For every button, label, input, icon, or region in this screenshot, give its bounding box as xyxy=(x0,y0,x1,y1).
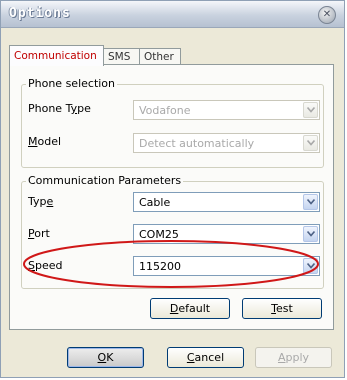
model-label: Model xyxy=(28,135,62,148)
phone-type-select[interactable]: Vodafone xyxy=(133,100,320,120)
phone-type-value: Vodafone xyxy=(139,104,191,117)
phone-selection-group: Phone selection xyxy=(21,77,324,168)
chevron-down-icon[interactable] xyxy=(303,135,318,151)
chevron-down-icon[interactable] xyxy=(303,102,318,118)
cancel-button[interactable]: Cancel xyxy=(167,347,244,368)
model-select[interactable]: Detect automatically xyxy=(133,133,320,153)
default-button[interactable]: Default xyxy=(150,298,230,319)
apply-button[interactable]: Apply xyxy=(255,347,332,368)
phone-type-label: Phone Type xyxy=(28,102,91,115)
highlight-ellipse xyxy=(23,240,319,288)
phone-selection-legend: Phone selection xyxy=(26,77,118,90)
type-label: Type xyxy=(28,195,54,208)
test-button[interactable]: Test xyxy=(242,298,322,319)
type-value: Cable xyxy=(139,196,171,209)
close-icon[interactable]: ✕ xyxy=(318,6,336,24)
window-title: Options xyxy=(9,6,71,21)
tab-other[interactable]: Other xyxy=(139,48,181,64)
tab-communication[interactable]: Communication xyxy=(9,45,104,66)
title-bar[interactable]: Options ✕ xyxy=(1,1,344,28)
ok-button[interactable]: OK xyxy=(67,347,144,368)
tab-sms[interactable]: SMS xyxy=(103,48,140,64)
chevron-down-icon[interactable] xyxy=(303,194,318,210)
options-dialog: Options ✕ Communication SMS Other Phone … xyxy=(0,0,345,378)
model-value: Detect automatically xyxy=(139,137,255,150)
type-select[interactable]: Cable xyxy=(133,192,320,212)
communication-parameters-legend: Communication Parameters xyxy=(26,174,184,187)
tab-panel-communication: Phone selection Phone Type Vodafone Mode… xyxy=(9,64,334,330)
